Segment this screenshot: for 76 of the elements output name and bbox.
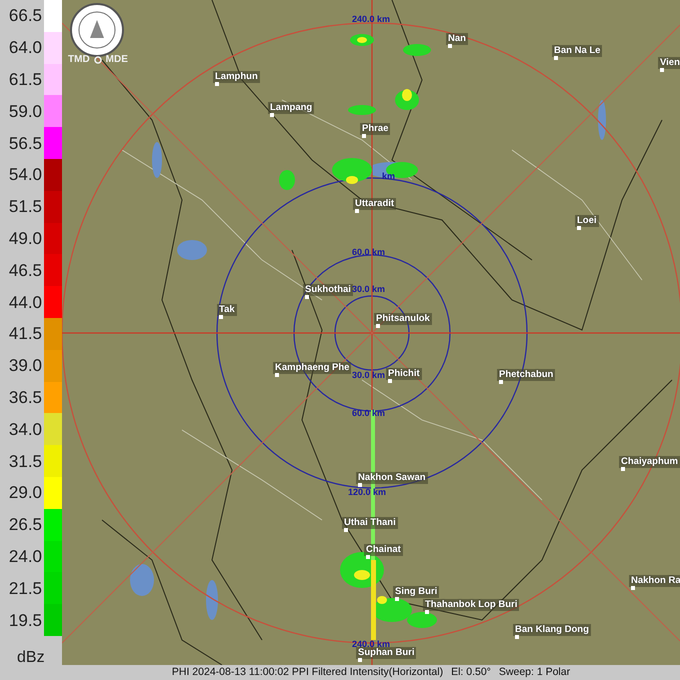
small-circle-icon bbox=[94, 56, 102, 64]
city-marker bbox=[366, 555, 370, 559]
legend-value: 59.0 bbox=[8, 102, 43, 120]
city-marker bbox=[270, 113, 274, 117]
city-label: Phichit bbox=[386, 368, 422, 380]
city-marker bbox=[499, 380, 503, 384]
legend-value: 31.5 bbox=[8, 452, 43, 470]
range-label: 60.0 km bbox=[352, 248, 386, 257]
city-label: Lamphun bbox=[213, 71, 260, 82]
legend-value: 21.5 bbox=[8, 580, 43, 597]
status-text: El: 0.50° bbox=[451, 665, 491, 680]
logo-text: MDE bbox=[106, 55, 128, 65]
legend-unit: dBz bbox=[16, 648, 46, 668]
legend-value: 36.5 bbox=[8, 388, 43, 406]
city-marker bbox=[219, 315, 223, 319]
city-label: Thahanbok Lop Buri bbox=[423, 599, 520, 610]
city-marker bbox=[631, 586, 635, 590]
city-marker bbox=[344, 528, 348, 532]
range-label: 30.0 km bbox=[352, 371, 386, 380]
legend-value: 51.5 bbox=[8, 198, 43, 216]
city-label: Nan bbox=[446, 33, 468, 44]
city-label: Tak bbox=[217, 304, 237, 316]
status-text: PHI 2024-08-13 11:00:02 PPI Filtered Intensity(Horizontal) bbox=[172, 665, 444, 680]
city-marker bbox=[275, 373, 279, 377]
city-label: Lampang bbox=[268, 102, 314, 114]
city-marker bbox=[554, 56, 558, 60]
legend-value: 49.0 bbox=[8, 230, 43, 247]
city-label: Nakhon Sawan bbox=[356, 472, 428, 484]
legend-value: 41.5 bbox=[8, 325, 43, 342]
legend-value: 26.5 bbox=[8, 516, 43, 534]
legend-value: 24.0 bbox=[8, 548, 43, 565]
legend-value: 39.0 bbox=[8, 357, 43, 374]
city-marker bbox=[621, 467, 625, 471]
legend-value: 66.5 bbox=[8, 7, 43, 24]
city-label: Sukhothai bbox=[303, 284, 353, 296]
city-label: Suphan Buri bbox=[356, 647, 416, 658]
city-marker bbox=[215, 82, 219, 86]
city-marker bbox=[425, 610, 429, 614]
legend-value: 61.5 bbox=[8, 70, 43, 88]
legend-value: 56.5 bbox=[8, 134, 43, 152]
city-label: Ban Klang Dong bbox=[513, 624, 591, 636]
city-label: Kamphaeng Phe bbox=[273, 362, 352, 374]
logo-text: TMD bbox=[68, 55, 90, 65]
city-marker bbox=[355, 209, 359, 213]
city-marker bbox=[358, 658, 362, 662]
legend-value: 54.0 bbox=[8, 166, 43, 184]
city-label: Chainat bbox=[364, 544, 403, 556]
legend-value: 46.5 bbox=[8, 262, 43, 279]
seal-logo-icon bbox=[70, 3, 124, 57]
city-label: Phetchabun bbox=[497, 369, 556, 380]
city-label: Sing Buri bbox=[393, 586, 440, 598]
city-label: Loei bbox=[575, 215, 599, 226]
legend-value: 34.0 bbox=[8, 420, 43, 438]
city-marker bbox=[388, 379, 392, 383]
legend-value: 64.0 bbox=[8, 39, 43, 56]
city-marker bbox=[395, 597, 399, 601]
city-label: Chaiyaphum bbox=[619, 456, 680, 468]
legend-value: 19.5 bbox=[8, 612, 43, 629]
city-label: Vien bbox=[658, 57, 680, 68]
city-marker bbox=[358, 483, 362, 487]
city-marker bbox=[515, 635, 519, 639]
legend-value: 44.0 bbox=[8, 294, 43, 311]
legend-value: 29.0 bbox=[8, 484, 43, 502]
status-text: Sweep: 1 Polar bbox=[498, 665, 570, 680]
city-marker bbox=[660, 68, 664, 72]
city-marker bbox=[448, 44, 452, 48]
city-marker bbox=[362, 134, 366, 138]
city-label: Ban Na Le bbox=[552, 45, 602, 56]
city-label: Phitsanulok bbox=[374, 313, 432, 324]
city-label: Uthai Thani bbox=[342, 517, 398, 528]
range-label: 30.0 km bbox=[352, 285, 386, 294]
city-label: Uttaradit bbox=[353, 198, 396, 210]
city-marker bbox=[376, 324, 380, 328]
city-marker bbox=[305, 295, 309, 299]
city-label: Phrae bbox=[360, 123, 390, 134]
city-marker bbox=[577, 226, 581, 230]
